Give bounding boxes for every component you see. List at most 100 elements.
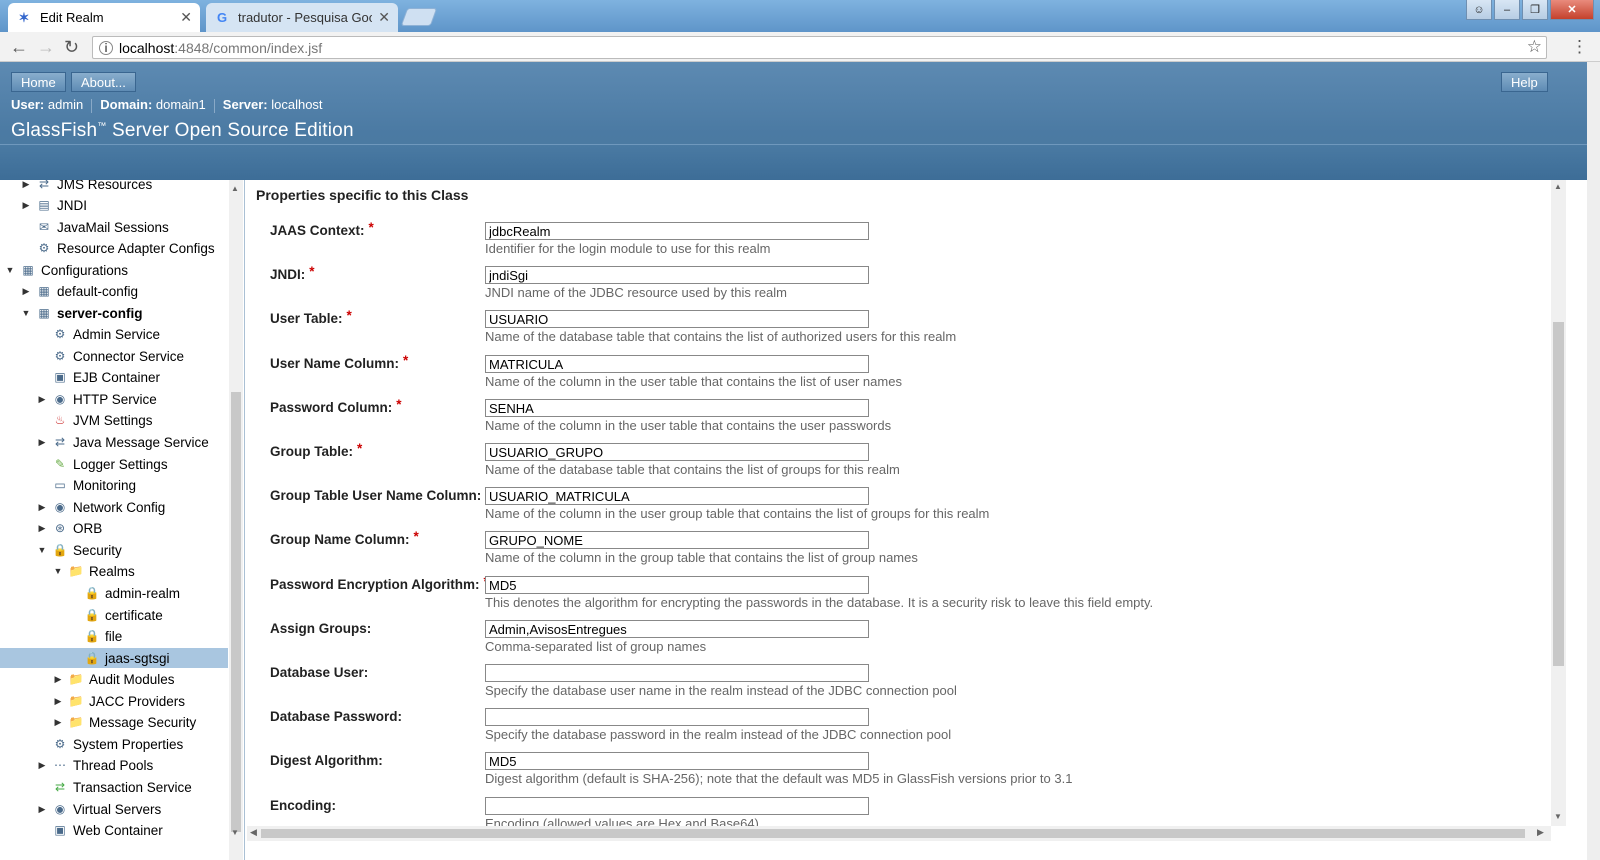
assign-groups-input[interactable] (485, 620, 869, 638)
service-icon: ⚙ (54, 327, 66, 341)
tree-item-javamail-sessions[interactable]: ✉ JavaMail Sessions (20, 217, 169, 237)
help-button[interactable]: Help (1501, 72, 1548, 92)
tree-scroll-thumb[interactable] (231, 392, 241, 832)
tree-item-admin-service[interactable]: ⚙ Admin Service (36, 324, 160, 344)
tree-item-default-config[interactable]: ▶ ▦ default-config (20, 281, 139, 301)
tree-scrollbar[interactable]: ▲ ▼ (229, 180, 243, 860)
field-help-text: Specify the database password in the rea… (485, 727, 952, 742)
field-help-text: Name of the column in the user table tha… (485, 418, 892, 433)
field-label-text: User Table: (270, 311, 343, 326)
field-label-text: Digest Algorithm: (270, 753, 383, 768)
user-label: User: (11, 97, 45, 112)
about-button[interactable]: About... (71, 72, 136, 92)
tree-item-audit-modules[interactable]: ▶ 📁 Audit Modules (52, 669, 175, 689)
field-help-text: JNDI name of the JDBC resource used by t… (485, 285, 788, 300)
tree-item-ejb-container[interactable]: ▣ EJB Container (36, 367, 160, 387)
maximize-button[interactable]: ❐ (1522, 0, 1548, 20)
group-table-user-name-column-input[interactable] (485, 487, 869, 505)
tree-item-thread-pools[interactable]: ▶ ⋯ Thread Pools (36, 755, 154, 775)
tree-item-jaas-sgtsgi[interactable]: 🔒 jaas-sgtsgi (0, 648, 228, 668)
tree-item-file[interactable]: 🔒 file (68, 626, 123, 646)
close-window-button[interactable]: ✕ (1550, 0, 1594, 20)
browser-tab-google[interactable]: G tradutor - Pesquisa Goog ✕ (206, 3, 398, 32)
tree-item-configurations[interactable]: ▼ ▦ Configurations (4, 260, 129, 280)
required-asterisk: * (357, 441, 363, 456)
tree-item-logger-settings[interactable]: ✎ Logger Settings (36, 454, 168, 474)
user-name-column-input[interactable] (485, 355, 869, 373)
group-table-input[interactable] (485, 443, 869, 461)
forward-icon[interactable]: → (37, 37, 55, 58)
url-field[interactable]: i localhost:4848/common/index.jsf (92, 36, 1547, 59)
tree-item-certificate[interactable]: 🔒 certificate (68, 605, 163, 625)
expand-icon: ▶ (22, 199, 30, 210)
field-label-text: Database Password: (270, 709, 403, 724)
container-icon: ▣ (54, 823, 66, 837)
scroll-up-icon[interactable]: ▲ (1554, 182, 1562, 191)
tree-item-connector-service[interactable]: ⚙ Connector Service (36, 346, 184, 366)
glassfish-icon: ✶ (18, 9, 30, 25)
field-row-jndi: JNDI:* JNDI name of the JDBC resource use… (270, 262, 1530, 302)
jaas-context-input[interactable] (485, 222, 869, 240)
field-label: Assign Groups: (270, 621, 371, 636)
tree-item-transaction-service[interactable]: ⇄ Transaction Service (36, 777, 192, 797)
tree-item-jms-resources[interactable]: ▶ ⇄ JMS Resources (20, 180, 153, 194)
tree-item-web-container[interactable]: ▣ Web Container (36, 820, 162, 840)
content-horizontal-scrollbar[interactable]: ◀ ▶ (247, 826, 1551, 841)
field-row-encoding: Encoding: Encoding (allowed values are He… (270, 793, 1530, 826)
digest-algorithm-input[interactable] (485, 752, 869, 770)
bookmark-star-icon[interactable]: ☆ (1527, 37, 1542, 57)
tree-item-virtual-servers[interactable]: ▶ ◉ Virtual Servers (36, 799, 162, 819)
field-row-jaas-context: JAAS Context:* Identifier for the login m… (270, 218, 1530, 258)
scroll-right-icon[interactable]: ▶ (1537, 827, 1544, 838)
password-encryption-algorithm-input[interactable] (485, 576, 869, 594)
browser-tab-edit-realm[interactable]: ✶ Edit Realm ✕ (8, 3, 200, 32)
password-column-input[interactable] (485, 399, 869, 417)
encoding-input[interactable] (485, 797, 869, 815)
tree-item-realms[interactable]: ▼ 📁 Realms (52, 561, 135, 581)
window-controls: ☺ – ❐ ✕ (1466, 0, 1594, 20)
tree-item-message-security[interactable]: ▶ 📁 Message Security (52, 712, 197, 732)
database-password-input[interactable] (485, 708, 869, 726)
jndi-input[interactable] (485, 266, 869, 284)
field-label-text: Password Encryption Algorithm: (270, 577, 480, 592)
close-tab-icon[interactable]: ✕ (180, 9, 192, 26)
tree-item-jacc-providers[interactable]: ▶ 📁 JACC Providers (52, 691, 186, 711)
scroll-down-icon[interactable]: ▼ (1554, 812, 1562, 821)
field-row-user-table: User Table:* Name of the database table t… (270, 306, 1530, 346)
scroll-down-icon[interactable]: ▼ (231, 828, 239, 837)
new-tab-button[interactable] (400, 8, 438, 26)
content-scroll-thumb[interactable] (1553, 322, 1564, 666)
menu-icon[interactable]: ⋮ (1571, 37, 1588, 57)
close-tab-icon[interactable]: ✕ (378, 9, 390, 26)
database-user-input[interactable] (485, 664, 869, 682)
tree-item-http-service[interactable]: ▶ ◉ HTTP Service (36, 389, 157, 409)
profile-icon[interactable]: ☺ (1466, 0, 1492, 20)
tree-item-orb[interactable]: ▶ ⊛ ORB (36, 518, 103, 538)
minimize-button[interactable]: – (1494, 0, 1520, 20)
reload-icon[interactable]: ↻ (64, 37, 79, 58)
tree-item-java-message-service[interactable]: ▶ ⇄ Java Message Service (36, 432, 209, 452)
page-scrollbar[interactable] (1587, 62, 1600, 860)
group-name-column-input[interactable] (485, 531, 869, 549)
tree-item-server-config[interactable]: ▼ ▦ server-config (20, 303, 143, 323)
tree-item-monitoring[interactable]: ▭ Monitoring (36, 475, 136, 495)
field-label-text: JAAS Context: (270, 223, 365, 238)
scroll-left-icon[interactable]: ◀ (250, 827, 257, 838)
content-scrollbar[interactable]: ▲ ▼ (1551, 180, 1566, 826)
back-icon[interactable]: ← (10, 37, 28, 58)
horizontal-scroll-thumb[interactable] (261, 829, 1525, 838)
tree-item-jndi[interactable]: ▶ ▤ JNDI (20, 195, 87, 215)
field-help-text: Comma-separated list of group names (485, 639, 707, 654)
tree-item-resource-adapter-configs[interactable]: ⚙ Resource Adapter Configs (20, 238, 215, 258)
scroll-up-icon[interactable]: ▲ (231, 184, 239, 193)
globe-icon: ◉ (54, 500, 66, 514)
expand-icon: ▶ (38, 759, 46, 770)
tree-item-security[interactable]: ▼ 🔒 Security (36, 540, 122, 560)
tree-item-system-properties[interactable]: ⚙ System Properties (36, 734, 184, 754)
tree-item-admin-realm[interactable]: 🔒 admin-realm (68, 583, 181, 603)
tree-item-jvm-settings[interactable]: ♨ JVM Settings (36, 410, 153, 430)
info-icon[interactable]: i (99, 40, 113, 55)
tree-item-network-config[interactable]: ▶ ◉ Network Config (36, 497, 166, 517)
home-button[interactable]: Home (11, 72, 66, 92)
user-table-input[interactable] (485, 310, 869, 328)
